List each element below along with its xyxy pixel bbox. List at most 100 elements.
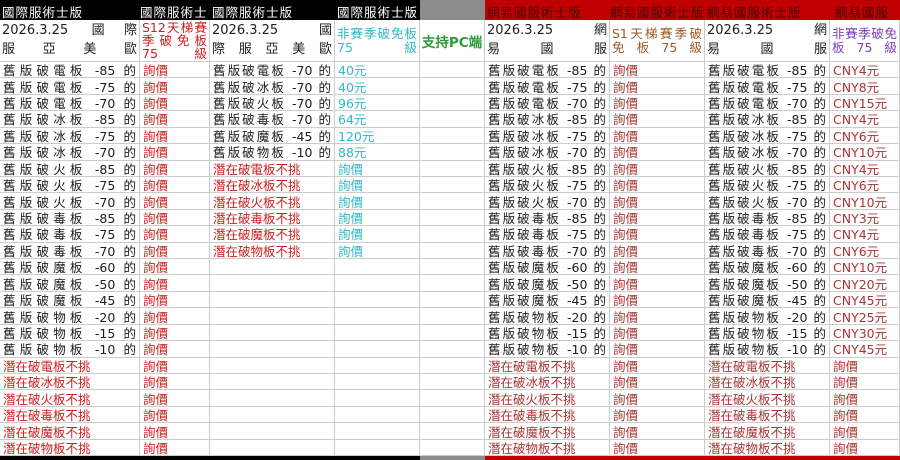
price-cell[interactable]: 詢價 (610, 177, 705, 192)
price-cell[interactable]: 詢價 (140, 128, 210, 143)
price-cell[interactable]: CNY10元 (830, 144, 900, 159)
item-cell[interactable]: 舊版破毒板 -75 的 (485, 226, 610, 241)
item-cell[interactable]: 舊版破冰板 -70 的 (210, 78, 335, 93)
support-column-cell[interactable] (420, 440, 485, 455)
item-cell[interactable]: 潛在破電板不挑 (0, 358, 140, 373)
price-cell[interactable]: CNY4元 (830, 62, 900, 77)
item-cell[interactable]: 潛在破電板不挑 (485, 358, 610, 373)
price-cell[interactable]: CNY30元 (830, 325, 900, 340)
price-cell[interactable]: 詢價 (140, 243, 210, 258)
price-cell[interactable]: 詢價 (610, 226, 705, 241)
item-cell[interactable]: 潛在破魔板不挑 (0, 423, 140, 438)
support-pc-cell[interactable]: 支持PC端 (420, 20, 485, 62)
item-cell[interactable]: 潛在破物板不挑 (485, 440, 610, 455)
date-header-intl-nonseason[interactable]: 2026.3.25 國際服亞美歐 (210, 20, 335, 62)
price-cell[interactable]: CNY4元 (830, 111, 900, 126)
item-cell[interactable]: 潛在破電板不挑 (210, 161, 335, 176)
item-cell[interactable]: 舊版破毒板 -85 的 (0, 210, 140, 225)
price-cell[interactable]: 詢價 (610, 111, 705, 126)
support-column-cell[interactable] (420, 374, 485, 389)
item-cell[interactable]: 舊版破火板 -85 的 (485, 161, 610, 176)
support-column-cell[interactable] (420, 62, 485, 77)
support-column-cell[interactable] (420, 423, 485, 438)
support-column-cell[interactable] (420, 259, 485, 274)
date-header-netease-s1[interactable]: 2026.3.25 網易國服 (485, 20, 610, 62)
item-cell[interactable]: 舊版破魔板 -50 的 (705, 275, 830, 290)
item-cell[interactable] (210, 440, 335, 455)
item-cell[interactable]: 舊版破冰板 -85 的 (485, 111, 610, 126)
price-cell[interactable]: 詢價 (140, 193, 210, 208)
price-cell[interactable] (335, 275, 420, 290)
date-header-netease-nonseason[interactable]: 2026.3.25 網易國服 (705, 20, 830, 62)
item-cell[interactable]: 舊版破電板 -75 的 (485, 78, 610, 93)
price-cell[interactable]: CNY4元 (830, 226, 900, 241)
item-cell[interactable]: 舊版破毒板 -70 的 (485, 243, 610, 258)
price-cell[interactable]: CNY45元 (830, 341, 900, 356)
item-cell[interactable]: 潛在破火板不挑 (485, 390, 610, 405)
price-cell[interactable] (335, 341, 420, 356)
price-cell[interactable]: 詢價 (830, 390, 900, 405)
item-cell[interactable]: 舊版破魔板 -50 的 (485, 275, 610, 290)
price-cell[interactable]: 詢價 (140, 62, 210, 77)
item-cell[interactable]: 舊版破冰板 -70 的 (485, 144, 610, 159)
support-column-cell[interactable] (420, 275, 485, 290)
price-cell[interactable]: 詢價 (140, 292, 210, 307)
item-cell[interactable]: 舊版破物板 -15 的 (0, 325, 140, 340)
item-cell[interactable] (210, 407, 335, 422)
item-cell[interactable]: 潛在破魔板不挑 (485, 423, 610, 438)
price-cell[interactable]: 詢價 (140, 226, 210, 241)
price-cell[interactable] (335, 259, 420, 274)
item-cell[interactable]: 潛在破物板不挑 (0, 440, 140, 455)
season-header-intl-s12[interactable]: S12天梯賽季破免板75級 (140, 20, 210, 62)
price-cell[interactable]: 詢價 (610, 144, 705, 159)
support-column-cell[interactable] (420, 308, 485, 323)
price-cell[interactable]: CNY3元 (830, 210, 900, 225)
item-cell[interactable]: 舊版破火板 -75 的 (705, 177, 830, 192)
price-cell[interactable]: 詢價 (335, 243, 420, 258)
item-cell[interactable]: 潛在破毒板不挑 (485, 407, 610, 422)
price-cell[interactable] (335, 390, 420, 405)
support-column-cell[interactable] (420, 243, 485, 258)
item-cell[interactable]: 舊版破魔板 -45 的 (705, 292, 830, 307)
price-cell[interactable]: 詢價 (335, 226, 420, 241)
price-cell[interactable]: 詢價 (140, 440, 210, 455)
item-cell[interactable]: 舊版破冰板 -85 的 (705, 111, 830, 126)
item-cell[interactable]: 舊版破電板 -70 的 (0, 95, 140, 110)
price-cell[interactable] (335, 325, 420, 340)
price-cell[interactable]: 詢價 (610, 308, 705, 323)
item-cell[interactable]: 舊版破冰板 -75 的 (705, 128, 830, 143)
support-column-cell[interactable] (420, 292, 485, 307)
item-cell[interactable]: 舊版破電板 -85 的 (705, 62, 830, 77)
item-cell[interactable]: 舊版破冰板 -75 的 (485, 128, 610, 143)
price-cell[interactable]: 詢價 (610, 325, 705, 340)
item-cell[interactable]: 舊版破火板 -85 的 (0, 161, 140, 176)
price-cell[interactable]: 88元 (335, 144, 420, 159)
item-cell[interactable]: 舊版破電板 -70 的 (210, 62, 335, 77)
price-cell[interactable]: 詢價 (140, 325, 210, 340)
item-cell[interactable]: 舊版破物板 -10 的 (0, 341, 140, 356)
support-column-cell[interactable] (420, 358, 485, 373)
price-cell[interactable]: 詢價 (140, 374, 210, 389)
price-cell[interactable]: CNY6元 (830, 128, 900, 143)
item-cell[interactable]: 舊版破魔板 -45 的 (485, 292, 610, 307)
price-cell[interactable]: 120元 (335, 128, 420, 143)
price-cell[interactable]: 詢價 (610, 390, 705, 405)
price-cell[interactable]: 詢價 (335, 193, 420, 208)
item-cell[interactable] (210, 259, 335, 274)
item-cell[interactable]: 舊版破物板 -10 的 (485, 341, 610, 356)
price-cell[interactable]: 詢價 (610, 423, 705, 438)
price-cell[interactable]: 40元 (335, 62, 420, 77)
price-cell[interactable]: 詢價 (610, 358, 705, 373)
price-cell[interactable]: 96元 (335, 95, 420, 110)
support-column-cell[interactable] (420, 111, 485, 126)
item-cell[interactable]: 舊版破物板 -20 的 (0, 308, 140, 323)
item-cell[interactable]: 潛在破火板不挑 (210, 193, 335, 208)
price-cell[interactable]: 詢價 (335, 161, 420, 176)
price-cell[interactable]: CNY10元 (830, 193, 900, 208)
item-cell[interactable]: 潛在破毒板不挑 (210, 210, 335, 225)
price-cell[interactable]: 詢價 (140, 390, 210, 405)
item-cell[interactable]: 舊版破毒板 -85 的 (485, 210, 610, 225)
item-cell[interactable]: 潛在破毒板不挑 (705, 407, 830, 422)
price-cell[interactable]: 詢價 (140, 407, 210, 422)
item-cell[interactable]: 潛在破魔板不挑 (705, 423, 830, 438)
